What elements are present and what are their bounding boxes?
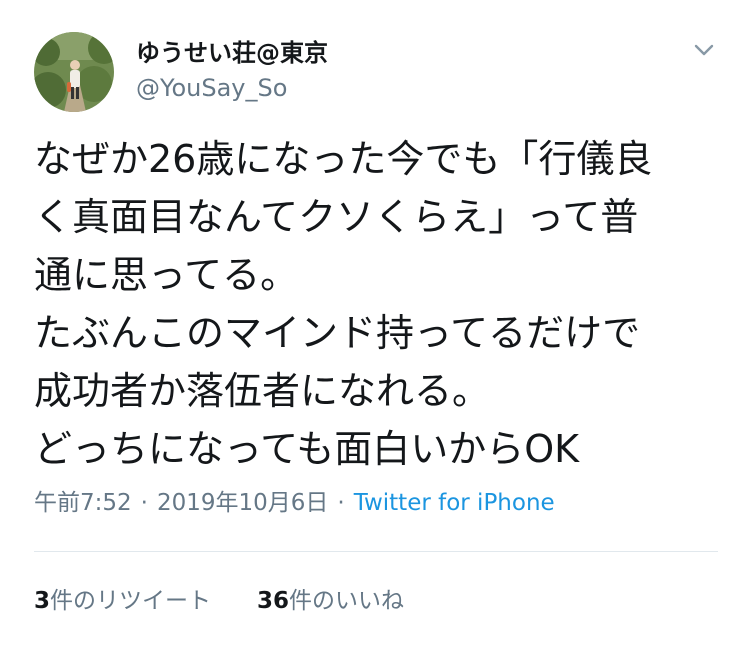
likes-link[interactable]: 36件のいいね [257, 588, 404, 614]
avatar[interactable] [34, 32, 114, 112]
avatar-photo [34, 32, 114, 112]
tweet-meta: 午前7:52 · 2019年10月6日 · Twitter for iPhone [34, 488, 555, 518]
tweet-text-line: 通に思ってる。 [34, 253, 299, 297]
tweet-date[interactable]: 2019年10月6日 [157, 490, 328, 516]
retweets-link[interactable]: 3件のリツイート [34, 588, 211, 614]
user-handle[interactable]: @YouSay_So [136, 73, 287, 103]
tweet-card: ゆうせい荘@東京 @YouSay_So なぜか26歳になった今でも「行儀良 く真… [0, 0, 749, 655]
tweet-stats: 3件のリツイート 36件のいいね [34, 586, 404, 616]
like-count: 36 [257, 588, 290, 614]
retweet-label: 件のリツイート [50, 588, 212, 614]
tweet-text-line: 成功者か落伍者になれる。 [34, 369, 491, 413]
tweet-text-line: どっちになっても面白いからOK [34, 427, 580, 471]
tweet-text-line: たぶんこのマインド持ってるだけで [34, 311, 641, 355]
meta-separator: · [140, 490, 148, 516]
tweet-text-line: く真面目なんてクソくらえ」って普 [34, 195, 639, 239]
meta-separator: · [337, 490, 345, 516]
like-label: 件のいいね [289, 588, 405, 614]
chevron-down-icon[interactable] [690, 40, 718, 60]
retweet-count: 3 [34, 588, 51, 614]
tweet-time[interactable]: 午前7:52 [34, 490, 132, 516]
tweet-text: なぜか26歳になった今でも「行儀良 く真面目なんてクソくらえ」って普 通に思って… [34, 130, 734, 478]
display-name[interactable]: ゆうせい荘@東京 [136, 38, 328, 68]
divider [34, 551, 718, 552]
tweet-text-line: なぜか26歳になった今でも「行儀良 [34, 137, 653, 181]
tweet-source-link[interactable]: Twitter for iPhone [354, 490, 555, 516]
